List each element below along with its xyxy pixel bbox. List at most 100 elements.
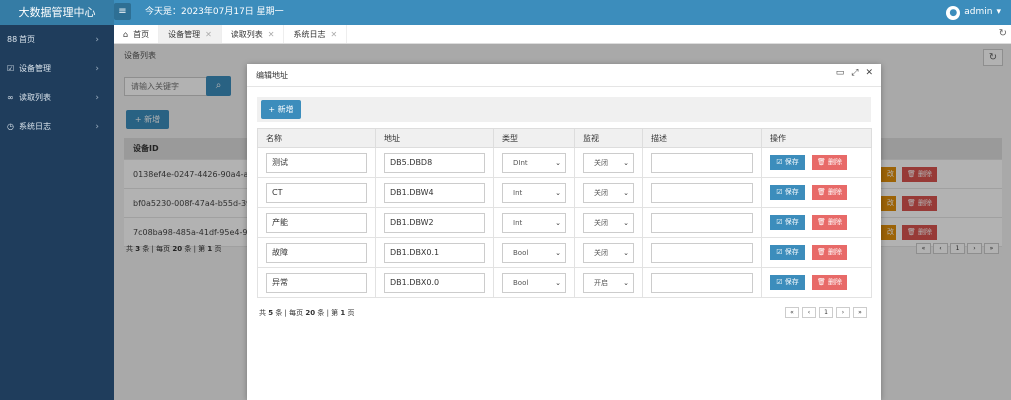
table-row: 测试 DB5.DBD8 DInt ⌄ 关闭 ⌄ ☑ 保存 🗑 删除 [257,147,872,178]
close-icon[interactable]: ✕ [268,25,275,44]
top-bar: 大数据管理中心 ≡ 今天是：2023年07月17日 星期一 ● admin ▾ [0,0,1011,25]
column-monitor: 监视 [574,128,643,148]
column-address: 地址 [375,128,494,148]
sidebar: 88 首页 › ☑ 设备管理 › ∞ 读取列表 › ◷ 系统日志 › [0,25,114,400]
tab-label: 读取列表 [230,29,263,39]
description-input[interactable] [651,182,753,203]
type-value: Int [513,218,523,227]
add-address-button[interactable]: + 新增 [261,100,301,119]
summary-text: 共 [259,309,269,317]
refresh-tabs-icon[interactable]: ↻ [999,28,1007,39]
sidebar-item-home[interactable]: 88 首页 › [0,25,114,54]
dialog-controls: ▭ ⤢ ✕ [836,68,873,78]
save-button[interactable]: ☑ 保存 [770,155,805,170]
address-input[interactable]: DB1.DBW4 [384,182,485,203]
monitor-select[interactable]: 关闭 ⌄ [583,152,634,173]
page-size: 20 [305,309,316,317]
name-input[interactable]: 异常 [266,272,367,293]
column-actions: 操作 [761,128,872,148]
monitor-select[interactable]: 开启 ⌄ [583,272,634,293]
address-input[interactable]: DB5.DBD8 [384,152,485,173]
address-table: 名称 地址 类型 监视 描述 操作 测试 DB5.DBD8 DInt ⌄ 关闭 ⌄ … [257,128,872,298]
save-button[interactable]: ☑ 保存 [770,185,805,200]
sidebar-item-read-list[interactable]: ∞ 读取列表 › [0,83,114,112]
delete-button[interactable]: 🗑 删除 [812,185,847,200]
type-select[interactable]: DInt ⌄ [502,152,566,173]
name-input[interactable]: 故障 [266,242,367,263]
tab-home[interactable]: ⌂ 首页 [114,25,160,43]
pagination-summary: 共 5 条 | 每页 20 条 | 第 1 页 [259,308,355,318]
user-name: admin [964,7,993,17]
delete-button[interactable]: 🗑 删除 [812,215,847,230]
description-input[interactable] [651,272,753,293]
sidebar-item-devices[interactable]: ☑ 设备管理 › [0,54,114,83]
address-input[interactable]: DB1.DBX0.0 [384,272,485,293]
chevron-down-icon: ⌄ [623,158,629,167]
monitor-select[interactable]: 关闭 ⌄ [583,212,634,233]
close-icon[interactable]: ✕ [865,68,873,78]
pager: « ‹ 1 › » [785,307,867,318]
tab-strip: ⌂ 首页 设备管理 ✕ 读取列表 ✕ 系统日志 ✕ ↻ [114,25,1011,44]
tab-system-log[interactable]: 系统日志 ✕ [284,25,348,44]
tab-label: 首页 [133,29,150,39]
save-button[interactable]: ☑ 保存 [770,245,805,260]
tab-devices[interactable]: 设备管理 ✕ [159,25,222,43]
type-value: Int [513,188,523,197]
description-input[interactable] [651,212,753,233]
minimize-icon[interactable]: ▭ [836,68,845,78]
next-page-button[interactable]: › [836,307,850,318]
tab-read-list[interactable]: 读取列表 ✕ [222,25,285,43]
close-icon[interactable]: ✕ [205,25,212,44]
date-display: 今天是：2023年07月17日 星期一 [145,7,284,17]
maximize-icon[interactable]: ⤢ [851,68,858,78]
avatar-icon: ● [946,5,961,20]
name-input[interactable]: 产能 [266,212,367,233]
prev-page-button[interactable]: ‹ [802,307,816,318]
last-page-button[interactable]: » [853,307,867,318]
delete-button[interactable]: 🗑 删除 [812,275,847,290]
type-select[interactable]: Int ⌄ [502,212,566,233]
type-select[interactable]: Int ⌄ [502,182,566,203]
column-name: 名称 [257,128,376,148]
description-input[interactable] [651,152,753,173]
grid-icon: 88 [7,35,18,44]
first-page-button[interactable]: « [785,307,799,318]
user-menu[interactable]: ● admin ▾ [946,0,1001,25]
table-header: 名称 地址 类型 监视 描述 操作 [257,128,872,148]
tab-label: 设备管理 [168,29,201,39]
name-input[interactable]: CT [266,182,367,203]
delete-button[interactable]: 🗑 删除 [812,155,847,170]
sidebar-item-system-log[interactable]: ◷ 系统日志 › [0,112,114,141]
tab-label: 系统日志 [293,29,326,39]
chevron-right-icon: › [95,34,99,45]
close-icon[interactable]: ✕ [330,25,337,44]
save-button[interactable]: ☑ 保存 [770,275,805,290]
monitor-select[interactable]: 关闭 ⌄ [583,182,634,203]
summary-text: 条 | 每页 [273,309,306,317]
summary-text: 条 | 第 [315,309,341,317]
edit-address-dialog: 编辑地址 ▭ ⤢ ✕ + 新增 名称 地址 类型 监视 描述 操作 测试 DB5… [247,64,881,400]
sidebar-item-label: 系统日志 [19,122,51,131]
divider [247,86,881,87]
name-input[interactable]: 测试 [266,152,367,173]
chevron-down-icon: ⌄ [555,278,561,287]
address-input[interactable]: DB1.DBX0.1 [384,242,485,263]
menu-toggle-icon[interactable]: ≡ [114,3,131,20]
type-select[interactable]: Bool ⌄ [502,272,566,293]
chevron-right-icon: › [95,63,99,74]
chevron-down-icon: ⌄ [623,188,629,197]
delete-button[interactable]: 🗑 删除 [812,245,847,260]
chevron-down-icon: ▾ [996,7,1001,17]
address-input[interactable]: DB1.DBW2 [384,212,485,233]
type-select[interactable]: Bool ⌄ [502,242,566,263]
monitor-select[interactable]: 关闭 ⌄ [583,242,634,263]
save-button[interactable]: ☑ 保存 [770,215,805,230]
monitor-value: 关闭 [594,248,608,257]
brand-title[interactable]: 大数据管理中心 [0,0,114,25]
home-icon: ⌂ [123,29,129,39]
monitor-value: 关闭 [594,158,608,167]
description-input[interactable] [651,242,753,263]
table-row: 异常 DB1.DBX0.0 Bool ⌄ 开启 ⌄ ☑ 保存 🗑 删除 [257,267,872,298]
monitor-value: 关闭 [594,188,608,197]
page-1-button[interactable]: 1 [819,307,833,318]
